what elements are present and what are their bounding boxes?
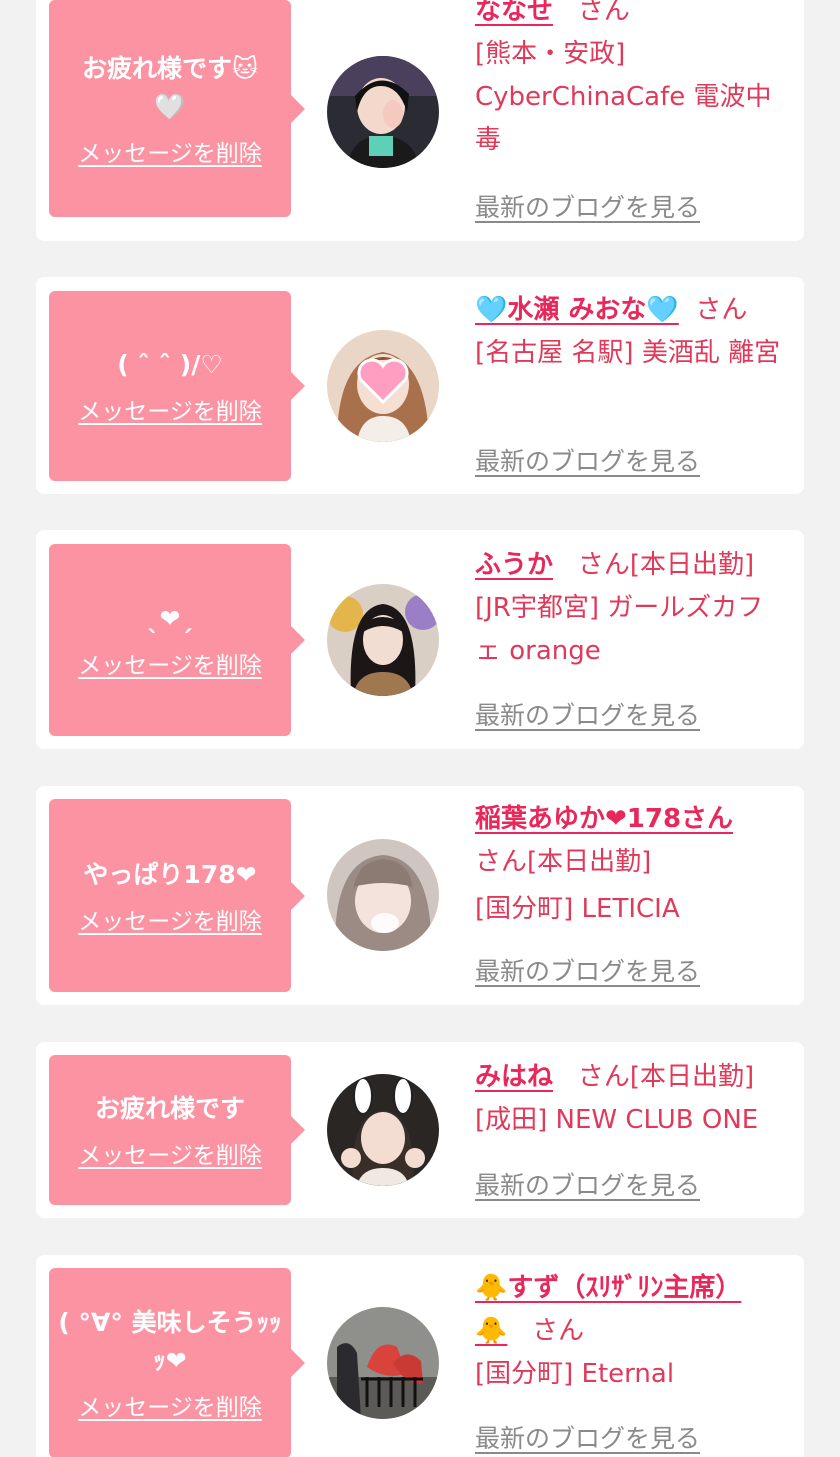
- cast-name-suffix: さん: [695, 295, 748, 325]
- message-text: ( °∀° 美味しそうｯｯｯ❤: [58, 1308, 282, 1375]
- photo-avatar-heart-sticker: [327, 330, 439, 442]
- message-text: お疲れ様です🐱🤍: [81, 53, 259, 121]
- photo-avatar: [327, 839, 439, 951]
- photo-avatar: [327, 584, 439, 696]
- latest-blog-link[interactable]: 最新のブログを見る: [475, 952, 700, 988]
- message-bubble: ( °∀° 美味しそうｯｯｯ❤ メッセージを削除: [49, 1268, 305, 1457]
- shop-name: [名古屋 名駅] 美酒乱 離宮: [475, 338, 781, 368]
- cast-avatar[interactable]: [327, 839, 439, 951]
- shop-name: [国分町] Eternal: [475, 1359, 675, 1389]
- message-card: やっぱり178❤ メッセージを削除 稲葉あゆか❤178さん さん[本日出勤] […: [36, 786, 804, 1005]
- delete-message-link[interactable]: メッセージを削除: [78, 902, 262, 936]
- message-text: ˎ❤ˏ: [147, 604, 193, 633]
- shop-name: [成田] NEW CLUB ONE: [475, 1105, 759, 1135]
- cast-avatar[interactable]: [327, 1307, 439, 1419]
- cast-name-suffix: さん[本日出勤]: [577, 550, 755, 580]
- cast-avatar[interactable]: [327, 584, 439, 696]
- cast-name-suffix: さん[本日出勤]: [577, 1062, 755, 1092]
- cast-info: ななせ さん [熊本・安政] CyberChinaCafe 電波中毒: [475, 0, 795, 162]
- photo-avatar: [327, 56, 439, 168]
- latest-blog-link[interactable]: 最新のブログを見る: [475, 442, 700, 478]
- delete-message-link[interactable]: メッセージを削除: [78, 1388, 262, 1422]
- message-text: ( ˆ ˆ )/♡: [117, 350, 223, 379]
- message-card: お疲れ様です🐱🤍 メッセージを削除 ななせ さん [熊本・安政] CyberCh…: [36, 0, 804, 241]
- cast-name-link[interactable]: 稲葉あゆか❤178さん: [475, 804, 733, 834]
- cast-name-suffix: さん: [532, 1316, 585, 1346]
- cast-name-suffix: さん: [577, 0, 630, 26]
- delete-message-link[interactable]: メッセージを削除: [78, 1136, 262, 1170]
- cast-name-line: ふうか さん[本日出勤]: [475, 544, 795, 587]
- message-bubble: お疲れ様です メッセージを削除: [49, 1055, 305, 1205]
- message-bubble: お疲れ様です🐱🤍 メッセージを削除: [49, 0, 305, 217]
- latest-blog-link[interactable]: 最新のブログを見る: [475, 1419, 700, 1455]
- cast-info: 🩵水瀬 みおな🩵 さん [名古屋 名駅] 美酒乱 離宮: [475, 289, 795, 375]
- cast-avatar[interactable]: [327, 56, 439, 168]
- cast-name-link[interactable]: 🐥すず（ｽﾘｻﾞﾘﾝ主席）🐥: [475, 1273, 741, 1346]
- shop-name: [JR宇都宮] ガールズカフェ orange: [475, 593, 764, 666]
- photo-avatar: [327, 1307, 439, 1419]
- latest-blog-link[interactable]: 最新のブログを見る: [475, 696, 700, 732]
- cast-name-suffix: さん[本日出勤]: [475, 847, 652, 877]
- cast-info: ふうか さん[本日出勤] [JR宇都宮] ガールズカフェ orange: [475, 544, 795, 673]
- delete-message-link[interactable]: メッセージを削除: [78, 392, 262, 426]
- cast-name-line: ななせ さん: [475, 0, 795, 33]
- message-bubble: ( ˆ ˆ )/♡ メッセージを削除: [49, 291, 305, 481]
- cast-info: 🐥すず（ｽﾘｻﾞﾘﾝ主席）🐥 さん [国分町] Eternal: [475, 1267, 795, 1396]
- cast-name-link[interactable]: 🩵水瀬 みおな🩵: [475, 295, 679, 325]
- message-bubble: やっぱり178❤ メッセージを削除: [49, 799, 305, 992]
- cast-name-link[interactable]: ふうか: [475, 550, 553, 580]
- latest-blog-link[interactable]: 最新のブログを見る: [475, 1166, 700, 1202]
- cast-avatar[interactable]: [327, 330, 439, 442]
- message-card: お疲れ様です メッセージを削除 みはね さん[本日出勤] [成田] NEW CL…: [36, 1042, 804, 1218]
- shop-name: [熊本・安政] CyberChinaCafe 電波中毒: [475, 39, 772, 155]
- cast-name-line: 🩵水瀬 みおな🩵 さん: [475, 289, 795, 332]
- cast-avatar[interactable]: [327, 1074, 439, 1186]
- message-text: やっぱり178❤: [83, 859, 257, 889]
- message-card: ˎ❤ˏ メッセージを削除 ふうか さん[本日出勤] [JR宇都宮] ガールズカフ…: [36, 530, 804, 749]
- delete-message-link[interactable]: メッセージを削除: [78, 134, 262, 168]
- photo-avatar-bunny-ears: [327, 1074, 439, 1186]
- delete-message-link[interactable]: メッセージを削除: [78, 646, 262, 680]
- message-text: お疲れ様です: [94, 1094, 245, 1123]
- message-bubble: ˎ❤ˏ メッセージを削除: [49, 544, 305, 736]
- latest-blog-link[interactable]: 最新のブログを見る: [475, 188, 700, 224]
- cast-name-line: 🐥すず（ｽﾘｻﾞﾘﾝ主席）🐥 さん: [475, 1267, 795, 1353]
- cast-info: みはね さん[本日出勤] [成田] NEW CLUB ONE: [475, 1056, 795, 1142]
- cast-name-link[interactable]: みはね: [475, 1062, 553, 1092]
- cast-name-link[interactable]: ななせ: [475, 0, 553, 26]
- cast-name-line: みはね さん[本日出勤]: [475, 1056, 795, 1099]
- cast-name-line: 稲葉あゆか❤178さん: [475, 798, 795, 841]
- cast-info: 稲葉あゆか❤178さん さん[本日出勤] [国分町] LETICIA: [475, 798, 795, 931]
- message-card: ( ˆ ˆ )/♡ メッセージを削除 🩵水瀬 みおな🩵 さん [名古屋 名駅] …: [36, 277, 804, 494]
- shop-name: [国分町] LETICIA: [475, 894, 680, 924]
- message-card: ( °∀° 美味しそうｯｯｯ❤ メッセージを削除 🐥すず（ｽﾘｻﾞﾘﾝ主席）🐥 …: [36, 1255, 804, 1457]
